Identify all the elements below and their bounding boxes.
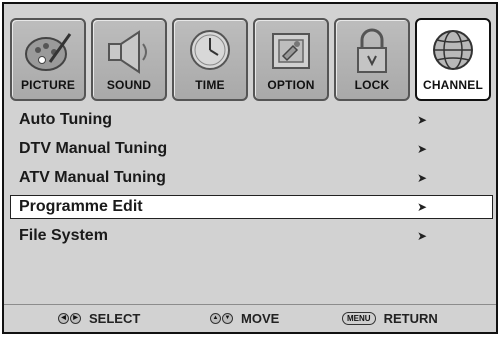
menu-item-label: Programme Edit (19, 198, 143, 215)
menu-item-label: ATV Manual Tuning (19, 169, 166, 186)
menu-item-label: Auto Tuning (19, 111, 112, 128)
padlock-icon (344, 26, 400, 76)
tab-time-label: TIME (195, 78, 225, 92)
channel-menu-list: Auto Tuning ➤ DTV Manual Tuning ➤ ATV Ma… (10, 108, 493, 253)
speaker-icon (101, 26, 157, 76)
hint-move-label: MOVE (241, 311, 280, 326)
menu-item-auto-tuning[interactable]: Auto Tuning ➤ (10, 108, 493, 132)
hint-return-label: RETURN (383, 311, 438, 326)
menu-item-file-system[interactable]: File System ➤ (10, 224, 493, 248)
hint-move: ▲ ▼ MOVE (210, 311, 279, 326)
tab-lock-label: LOCK (354, 78, 390, 92)
tab-sound[interactable]: SOUND (91, 18, 167, 101)
tab-channel[interactable]: CHANNEL (415, 18, 491, 101)
tab-picture[interactable]: PICTURE (10, 18, 86, 101)
chevron-right-icon: ➤ (417, 229, 428, 243)
osd-menu-panel: PICTURE SOUND TIME OPTION LOCK CHANNEL A… (2, 2, 498, 334)
up-down-keys-icon: ▲ ▼ (210, 313, 233, 324)
tab-time[interactable]: TIME (172, 18, 248, 101)
tab-sound-label: SOUND (106, 78, 152, 92)
chevron-right-icon: ➤ (417, 171, 428, 185)
hint-select-label: SELECT (89, 311, 141, 326)
menu-item-atv-manual-tuning[interactable]: ATV Manual Tuning ➤ (10, 166, 493, 190)
key-hint-bar: ◀ ▶ SELECT ▲ ▼ MOVE MENU RETURN (4, 304, 496, 333)
menu-item-programme-edit[interactable]: Programme Edit ➤ (10, 195, 493, 219)
tab-option-label: OPTION (267, 78, 315, 92)
tab-picture-label: PICTURE (20, 78, 76, 92)
picture-palette-icon (20, 26, 76, 76)
menu-key-icon: MENU (342, 312, 376, 325)
menu-item-label: File System (19, 227, 108, 244)
tab-lock[interactable]: LOCK (334, 18, 410, 101)
clock-icon (182, 26, 238, 76)
tab-option[interactable]: OPTION (253, 18, 329, 101)
menu-item-label: DTV Manual Tuning (19, 140, 168, 157)
menu-item-dtv-manual-tuning[interactable]: DTV Manual Tuning ➤ (10, 137, 493, 161)
chevron-right-icon: ➤ (417, 113, 428, 127)
globe-icon (425, 26, 481, 76)
left-right-keys-icon: ◀ ▶ (58, 313, 81, 324)
chevron-right-icon: ➤ (417, 142, 428, 156)
hint-select: ◀ ▶ SELECT (58, 311, 140, 326)
option-tool-icon (263, 26, 319, 76)
chevron-right-icon: ➤ (417, 200, 428, 214)
tab-channel-label: CHANNEL (422, 78, 484, 92)
menu-tab-bar: PICTURE SOUND TIME OPTION LOCK CHANNEL (10, 18, 491, 101)
hint-return: MENU RETURN (342, 311, 438, 326)
